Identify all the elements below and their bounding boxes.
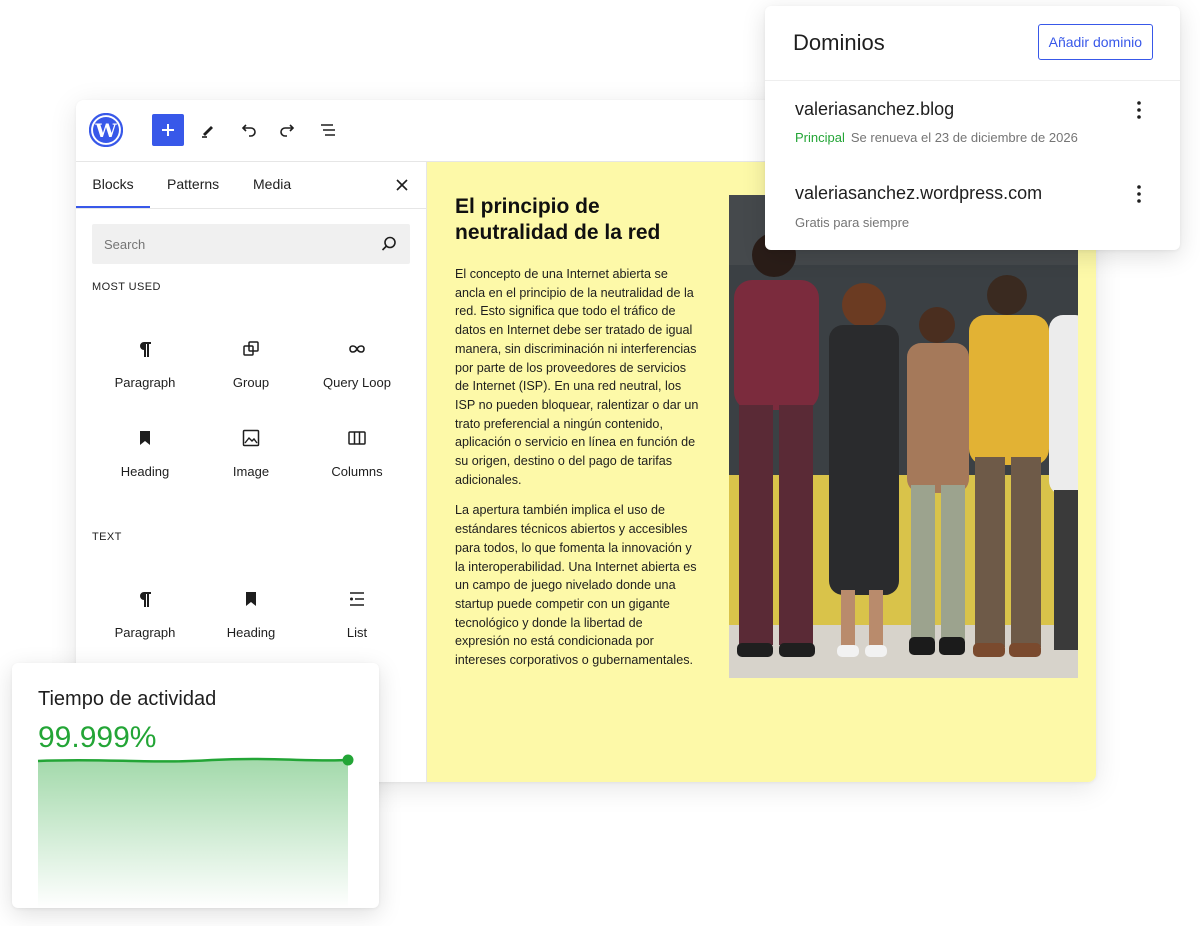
list-icon <box>350 592 364 606</box>
domain-renewal: Se renueva el 23 de diciembre de 2026 <box>850 130 1078 145</box>
group-of-people-photo <box>729 195 1078 678</box>
edit-tools-button[interactable] <box>192 114 224 146</box>
uptime-title: Tiempo de actividad <box>38 688 217 710</box>
block-heading[interactable]: Heading <box>92 428 198 508</box>
post-paragraph[interactable]: El concepto de una Internet abierta se a… <box>455 265 700 489</box>
block-label: Image <box>232 464 270 479</box>
block-label: Heading <box>120 464 170 479</box>
paragraph-icon <box>140 592 151 607</box>
undo-icon <box>241 124 256 137</box>
block-label: Paragraph <box>114 375 176 390</box>
block-label: Paragraph <box>114 625 176 640</box>
block-group[interactable]: Group <box>198 339 304 419</box>
uptime-line <box>37 757 349 763</box>
block-label: Heading <box>226 625 276 640</box>
domain-status: Gratis para siempre <box>795 215 910 230</box>
primary-badge: Principal <box>795 130 845 145</box>
group-icon <box>243 341 259 356</box>
heading-bookmark-icon <box>140 431 150 445</box>
paragraph-icon <box>140 342 151 357</box>
add-domain-button[interactable]: Añadir dominio <box>1037 24 1153 60</box>
block-list[interactable]: List <box>304 589 410 669</box>
uptime-area <box>38 759 348 908</box>
uptime-endpoint <box>342 754 354 766</box>
tab-patterns[interactable]: Patterns <box>167 162 219 208</box>
pencil-icon <box>202 126 213 138</box>
post-image[interactable] <box>729 195 1078 678</box>
more-vertical-icon[interactable] <box>1131 182 1147 206</box>
block-paragraph[interactable]: Paragraph <box>92 589 198 669</box>
close-icon[interactable] <box>392 175 412 195</box>
section-title-text: TEXT <box>92 531 122 543</box>
block-label: List <box>346 625 368 640</box>
domains-header: Dominios Añadir dominio <box>765 6 1180 81</box>
tab-blocks[interactable]: Blocks <box>76 162 150 208</box>
block-label: Columns <box>331 464 383 479</box>
image-icon <box>242 429 260 447</box>
domains-card: Dominios Añadir dominio valeriasanchez.b… <box>765 6 1180 250</box>
block-label: Query Loop <box>323 375 391 390</box>
block-columns[interactable]: Columns <box>304 428 410 508</box>
post-heading[interactable]: El principio de neutralidad de la red <box>455 194 705 246</box>
tab-media[interactable]: Media <box>253 162 291 208</box>
redo-button[interactable] <box>272 114 304 146</box>
section-title-most-used: MOST USED <box>92 281 161 293</box>
add-block-button[interactable] <box>152 114 184 146</box>
undo-button[interactable] <box>232 114 264 146</box>
block-label: Group <box>232 375 270 390</box>
inserter-tabs: Blocks Patterns Media <box>76 162 426 209</box>
wordpress-logo-icon[interactable]: W <box>89 113 123 147</box>
domain-name[interactable]: valeriasanchez.wordpress.com <box>795 183 1042 204</box>
domains-title: Dominios <box>793 30 885 55</box>
heading-bookmark-icon <box>246 592 256 606</box>
domain-status: Principal Se renueva el 23 de diciembre d… <box>795 130 1078 145</box>
block-search-input[interactable] <box>92 224 386 264</box>
block-paragraph[interactable]: Paragraph <box>92 339 198 419</box>
redo-icon <box>280 124 295 137</box>
more-vertical-icon[interactable] <box>1131 98 1147 122</box>
columns-icon <box>348 431 366 445</box>
block-search <box>92 224 410 264</box>
block-heading[interactable]: Heading <box>198 589 304 669</box>
domain-name[interactable]: valeriasanchez.blog <box>795 99 954 120</box>
block-image[interactable]: Image <box>198 428 304 508</box>
post-canvas[interactable]: El principio de neutralidad de la red El… <box>427 162 1096 782</box>
list-view-icon <box>321 124 335 136</box>
uptime-card: Tiempo de actividad 99.999% <box>12 663 379 908</box>
post-paragraph[interactable]: La apertura también implica el uso de es… <box>455 501 700 669</box>
block-query-loop[interactable]: Query Loop <box>304 339 410 419</box>
post-body[interactable]: El concepto de una Internet abierta se a… <box>455 265 700 682</box>
search-icon <box>381 236 396 251</box>
query-loop-icon <box>349 345 365 353</box>
plus-icon <box>162 124 174 136</box>
uptime-sparkline <box>37 754 354 908</box>
svg-text:W: W <box>94 120 117 142</box>
list-view-button[interactable] <box>312 114 344 146</box>
